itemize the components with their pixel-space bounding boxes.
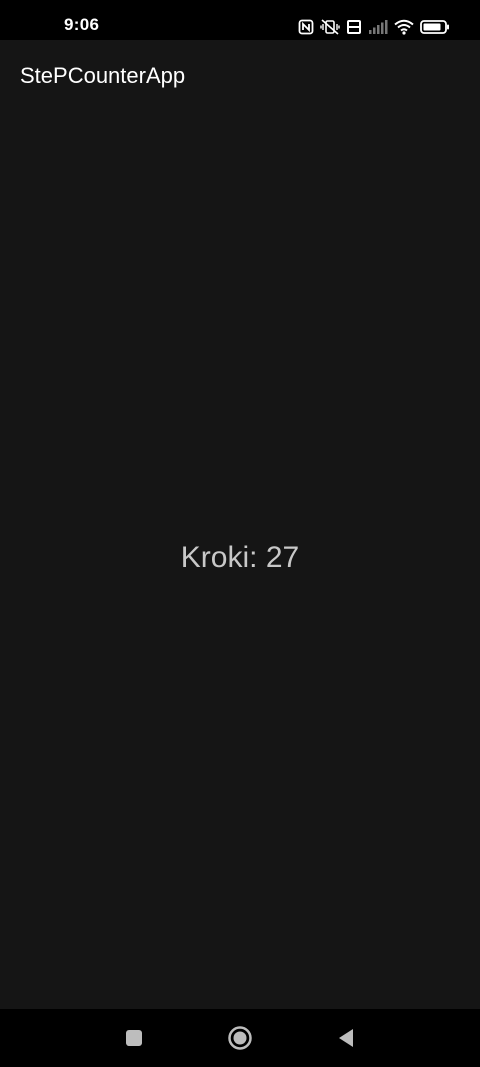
home-button[interactable] bbox=[226, 1024, 254, 1052]
status-time: 9:06 bbox=[64, 15, 100, 34]
navigation-bar bbox=[0, 1009, 480, 1067]
step-count-text: Kroki: 27 bbox=[180, 541, 300, 574]
wifi-icon bbox=[394, 19, 414, 35]
recents-icon bbox=[126, 1030, 142, 1046]
main-content: Kroki: 27 bbox=[0, 112, 480, 1009]
status-icons bbox=[298, 14, 450, 40]
phone-screen: 9:06 StePCounterApp Kroki: 27 bbox=[0, 0, 480, 1067]
signal-icon bbox=[368, 19, 388, 35]
app-bar: StePCounterApp bbox=[0, 40, 480, 112]
nfc-icon bbox=[298, 19, 314, 35]
back-button[interactable] bbox=[332, 1024, 360, 1052]
battery-icon bbox=[420, 19, 450, 35]
status-bar: 9:06 bbox=[0, 0, 480, 40]
home-icon bbox=[228, 1026, 252, 1050]
app-title: StePCounterApp bbox=[20, 63, 186, 88]
recents-button[interactable] bbox=[120, 1024, 148, 1052]
volte-icon bbox=[346, 19, 362, 35]
back-icon bbox=[339, 1029, 353, 1047]
mute-vibrate-icon bbox=[320, 19, 340, 35]
